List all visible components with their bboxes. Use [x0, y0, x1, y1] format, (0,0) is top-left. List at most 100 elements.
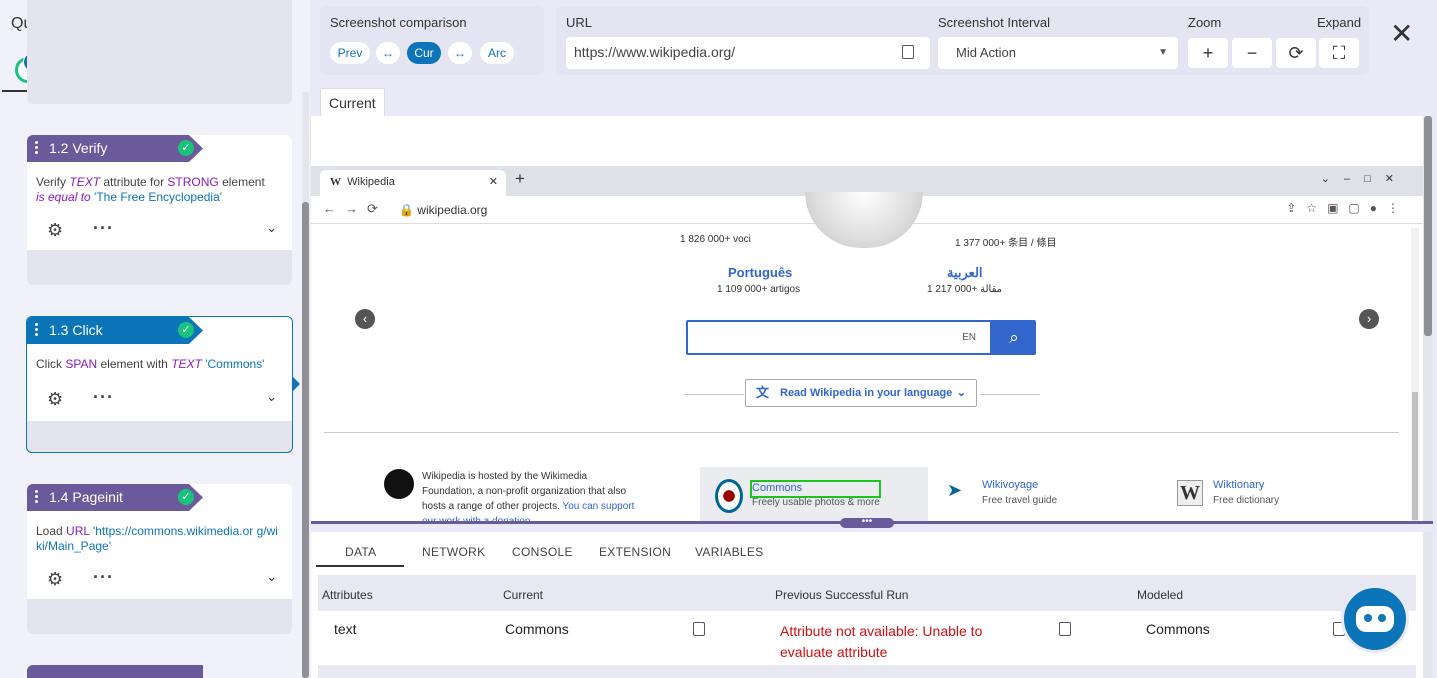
wikivoyage-desc: Free travel guide [982, 495, 1058, 506]
wiki-search-button-icon: ⌕ [992, 320, 1036, 355]
zoom-label: Zoom [1188, 15, 1222, 30]
more-options-icon[interactable]: ··· [93, 387, 114, 408]
browser-tab: W Wikipedia ✕ [320, 170, 506, 196]
next-screenshot-arrow-icon[interactable]: › [1359, 309, 1379, 329]
step-passed-icon: ✓ [178, 489, 194, 505]
inner-scrollbar-thumb [1412, 392, 1418, 520]
copy-icon[interactable] [693, 622, 705, 636]
commons-logo-icon [715, 479, 743, 513]
divider [684, 394, 744, 395]
step-header: 1.4 Pageinit [27, 484, 203, 511]
step-description: Load URL 'https://commons.wikimedia.or g… [36, 524, 278, 553]
arabic-link: العربية [947, 265, 983, 280]
tab-network[interactable]: NETWORK [422, 545, 485, 559]
portuguese-count: 1 109 000+ artigos [717, 284, 801, 295]
step-card-previous[interactable] [27, 0, 292, 104]
interval-label: Screenshot Interval [938, 15, 1051, 30]
lock-icon: 🔒 [399, 203, 414, 217]
chevron-down-icon[interactable]: ⌄ [266, 220, 277, 236]
browser-url-text: wikipedia.org [417, 203, 488, 217]
current-step-pointer-icon [292, 376, 300, 392]
browser-tab-title: Wikipedia [347, 176, 395, 188]
wiktionary-logo-icon: W [1177, 480, 1203, 506]
browser-nav-icon: ←→⟳ [323, 201, 387, 216]
close-icon[interactable]: ✕ [1390, 20, 1413, 48]
comparison-label: Screenshot comparison [330, 15, 467, 30]
commons-desc: Freely usable photos & more [752, 497, 880, 508]
drag-handle-icon[interactable] [35, 323, 38, 338]
wikimedia-hosted-text: Wikipedia is hosted by the Wikimedia Fou… [422, 469, 637, 522]
zoom-out-button[interactable]: − [1232, 38, 1272, 68]
column-header-previous: Previous Successful Run [775, 588, 909, 602]
interval-value: Mid Action [956, 45, 1016, 60]
row-previous-value: Attribute not available: Unable to evalu… [780, 623, 983, 660]
tab-current[interactable]: Current [320, 88, 385, 116]
table-row [318, 665, 1416, 678]
cur-button[interactable]: Cur [407, 42, 441, 64]
drag-handle-icon[interactable] [35, 490, 38, 505]
screenshot-settings-box: URL https://www.wikipedia.org/ Screensho… [556, 6, 1369, 75]
tab-close-icon: ✕ [488, 176, 498, 188]
column-header-attributes: Attributes [322, 588, 373, 602]
tab-variables[interactable]: VARIABLES [695, 545, 764, 559]
expand-button[interactable]: ⛶ [1319, 38, 1359, 68]
tab-data[interactable]: DATA [345, 545, 376, 559]
new-tab-icon: + [515, 169, 525, 188]
details-scrollbar[interactable] [1423, 532, 1433, 678]
tab-extension[interactable]: EXTENSION [599, 545, 671, 559]
steps-scrollbar-thumb[interactable] [302, 202, 309, 678]
wikivoyage-logo-icon: ➤ [947, 480, 963, 500]
divider [324, 432, 1399, 433]
copy-icon[interactable] [1059, 622, 1071, 636]
chevron-down-icon[interactable]: ⌄ [266, 389, 277, 405]
step-passed-icon: ✓ [178, 322, 194, 338]
divider [980, 394, 1040, 395]
step-card-pageinit[interactable]: Load URL 'https://commons.wikimedia.or g… [27, 484, 292, 634]
italian-count: 1 826 000+ voci [680, 234, 751, 245]
wiki-search-lang: EN [962, 332, 976, 343]
expand-label: Expand [1317, 15, 1362, 30]
copy-icon[interactable] [902, 45, 914, 59]
swap-prev-button[interactable]: ↔ [376, 42, 400, 64]
more-options-icon[interactable]: ··· [93, 567, 114, 588]
chevron-down-icon[interactable]: ⌄ [266, 569, 277, 585]
swap-arc-button[interactable]: ↔ [448, 42, 472, 64]
step-card-next[interactable] [27, 665, 203, 678]
wiki-search-input: EN [686, 320, 992, 355]
chatbot-icon[interactable] [1341, 585, 1409, 653]
commons-link: Commons [752, 482, 803, 494]
screenshot-comparison-box: Screenshot comparison Prev ↔ Cur ↔ Arc [320, 6, 544, 75]
row-modeled-value: Commons [1146, 621, 1210, 637]
step-card-click[interactable]: Click SPAN element with TEXT 'Commons' ⚙… [26, 316, 293, 453]
translate-icon: 文 [756, 385, 770, 400]
splitter-handle-icon[interactable]: ••• [840, 517, 894, 528]
interval-select[interactable]: Mid Action ▼ [938, 37, 1178, 69]
read-wiki-language-button: 文 Read Wikipedia in your language ⌄ [745, 379, 977, 407]
arc-button[interactable]: Arc [480, 42, 514, 64]
read-wiki-language-text: Read Wikipedia in your language [780, 387, 953, 399]
more-options-icon[interactable]: ··· [93, 218, 114, 239]
settings-gear-icon[interactable]: ⚙ [47, 389, 63, 410]
zoom-in-button[interactable]: + [1188, 38, 1228, 68]
prev-screenshot-arrow-icon[interactable]: ‹ [355, 309, 375, 329]
window-controls-icon: ⌄–□✕ [1320, 173, 1408, 185]
step-card-verify[interactable]: Verify TEXT attribute for STRONG element… [27, 135, 292, 285]
settings-gear-icon[interactable]: ⚙ [47, 569, 63, 590]
step-title: 1.2 Verify [49, 140, 108, 156]
step-title: 1.3 Click [49, 322, 103, 338]
arabic-count: 1 217 000+ مقالة [927, 284, 1002, 295]
tab-console[interactable]: CONSOLE [512, 545, 573, 559]
prev-button[interactable]: Prev [330, 42, 370, 64]
reset-zoom-button[interactable]: ⟳ [1276, 38, 1316, 68]
dropdown-arrow-icon: ▼ [1158, 47, 1168, 58]
step-description: Click SPAN element with TEXT 'Commons' [36, 357, 265, 371]
settings-gear-icon[interactable]: ⚙ [47, 220, 63, 241]
wikivoyage-link: Wikivoyage [982, 479, 1039, 491]
column-header-modeled: Modeled [1137, 588, 1184, 602]
tab-data-indicator [316, 565, 404, 567]
screenshot-scrollbar-thumb[interactable] [1424, 116, 1432, 336]
portuguese-link: Português [728, 265, 793, 280]
drag-handle-icon[interactable] [35, 141, 38, 156]
url-field[interactable]: https://www.wikipedia.org/ [566, 37, 930, 69]
chevron-down-icon: ⌄ [956, 387, 966, 399]
